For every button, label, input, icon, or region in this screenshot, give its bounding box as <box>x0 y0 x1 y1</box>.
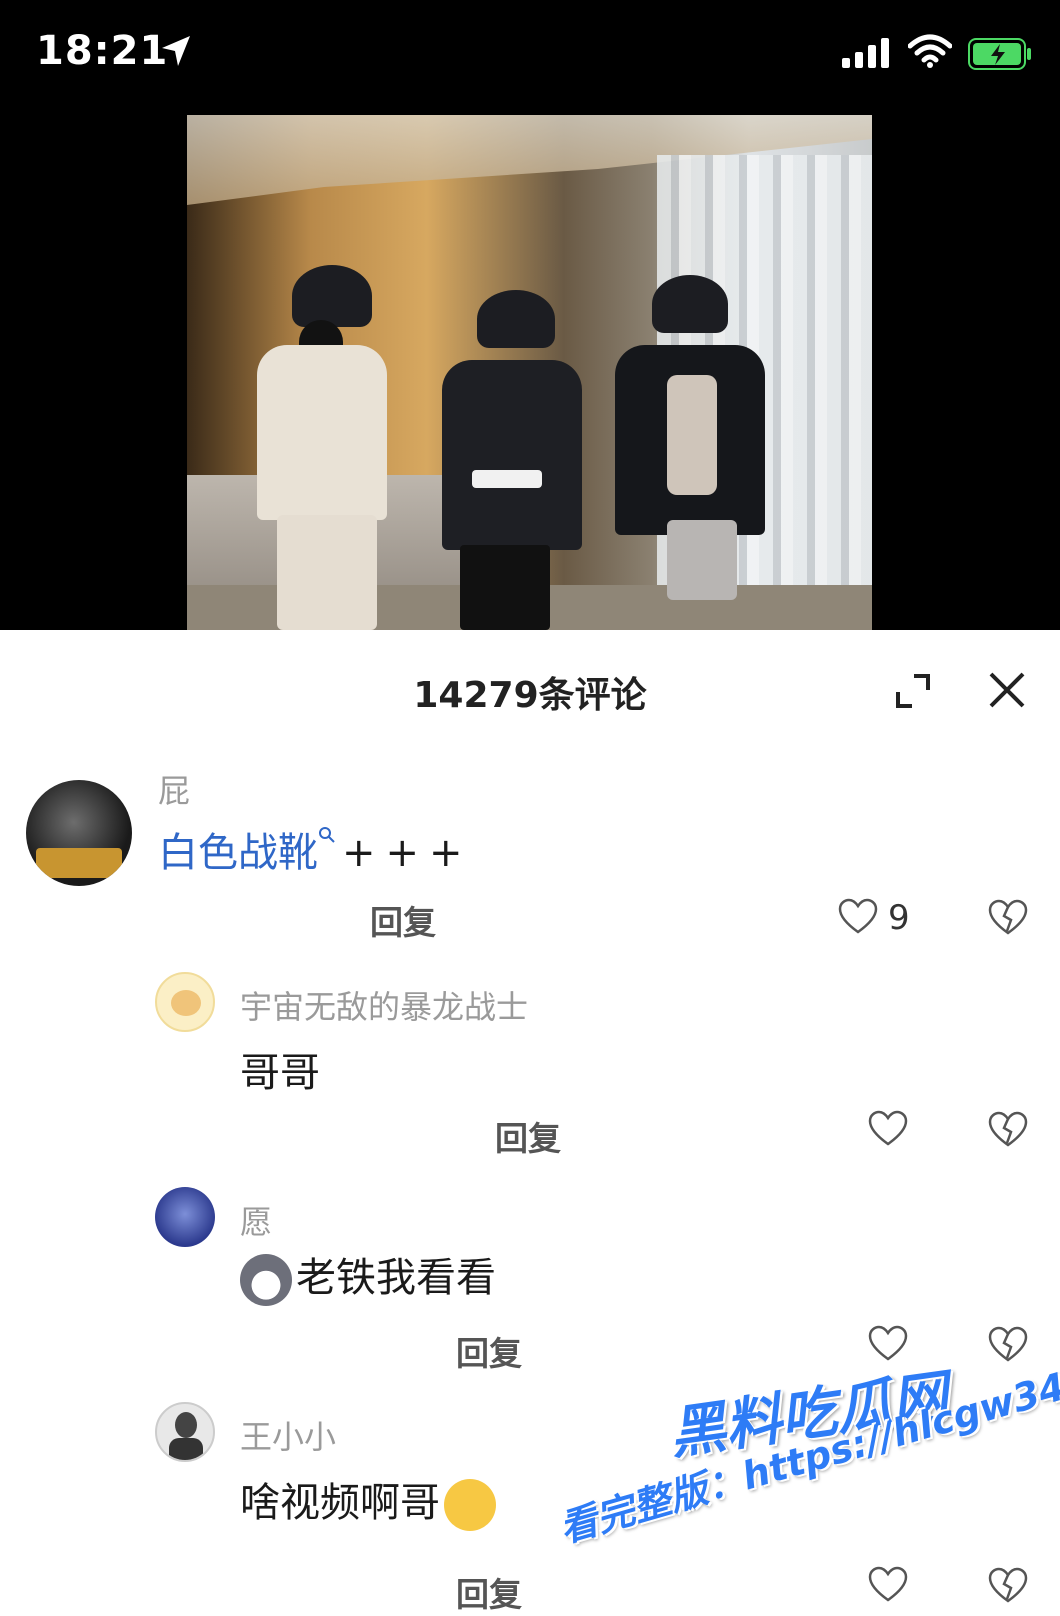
broken-heart-icon[interactable] <box>988 1566 1028 1604</box>
comment-username[interactable]: 愿 <box>240 1197 272 1243</box>
heart-icon[interactable] <box>838 898 878 934</box>
reply-button[interactable]: 回复 <box>456 1568 522 1616</box>
heart-icon[interactable] <box>868 1110 908 1146</box>
comment-username[interactable]: 王小小 <box>240 1412 336 1458</box>
video-player[interactable] <box>187 115 872 630</box>
broken-heart-icon[interactable] <box>988 898 1028 936</box>
reply-button[interactable]: 回复 <box>370 896 436 944</box>
avatar[interactable] <box>26 780 132 886</box>
comment-username[interactable]: 宇宙无敌的暴龙战士 <box>240 982 528 1028</box>
wifi-icon <box>908 34 952 68</box>
location-arrow-icon <box>162 36 190 66</box>
comment-text-body: 啥视频啊哥 <box>240 1480 440 1526</box>
like-count: 9 <box>888 898 910 938</box>
avatar[interactable] <box>155 1402 215 1462</box>
comment-item: 宇宙无敌的暴龙战士 哥哥 回复 <box>0 960 1060 1175</box>
video-area: 18:21 <box>0 0 1060 630</box>
video-person-middle <box>432 290 592 630</box>
crying-emoji-icon <box>444 1479 496 1531</box>
battery-charging-icon <box>968 38 1031 70</box>
comment-text: 啥视频啊哥 <box>240 1470 500 1531</box>
search-icon[interactable] <box>318 826 336 844</box>
comment-text: 哥哥 <box>240 1050 320 1096</box>
comment-text: 老铁我看看 <box>240 1245 496 1306</box>
husky-emoji-icon <box>240 1254 292 1306</box>
signal-icon <box>842 38 889 68</box>
reply-button[interactable]: 回复 <box>456 1327 522 1375</box>
broken-heart-icon[interactable] <box>988 1110 1028 1148</box>
comment-item: 屁 白色战靴 +++ 回复 9 <box>0 630 1060 960</box>
comment-text-body: 老铁我看看 <box>296 1255 496 1301</box>
comment-username[interactable]: 屁 <box>158 766 190 812</box>
video-person-right <box>597 275 777 630</box>
avatar[interactable] <box>155 1187 215 1247</box>
search-link[interactable]: 白色战靴 <box>158 830 318 876</box>
video-person-left <box>237 265 407 630</box>
status-time: 18:21 <box>36 28 169 74</box>
avatar[interactable] <box>155 972 215 1032</box>
comment-text: 白色战靴 +++ <box>158 820 473 878</box>
heart-icon[interactable] <box>868 1566 908 1602</box>
comment-panel: 14279条评论 屁 白色战靴+++ 回复 9 宇宙无敌的暴龙战士 哥哥 回复 <box>0 630 1060 1614</box>
comment-text-suffix: +++ <box>342 830 473 876</box>
broken-heart-icon[interactable] <box>988 1325 1028 1363</box>
reply-button[interactable]: 回复 <box>495 1112 561 1160</box>
